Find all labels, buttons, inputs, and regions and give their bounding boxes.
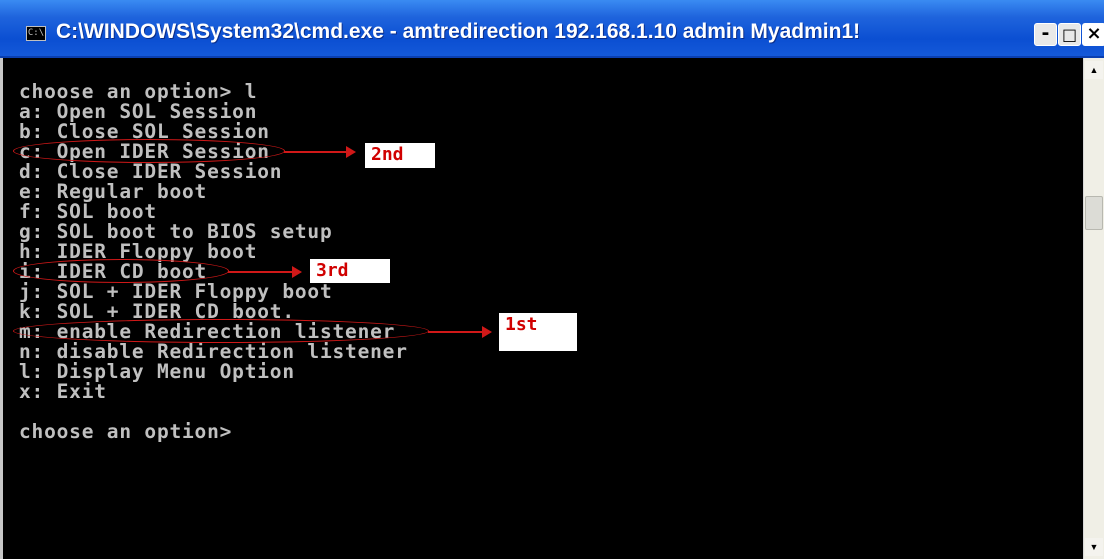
console-line: e: Regular boot xyxy=(19,180,208,203)
annotation-label-1st: 1st xyxy=(499,313,577,351)
annotation-arrow-1st xyxy=(428,326,492,338)
annotation-label-2nd: 2nd xyxy=(365,143,435,168)
annotation-label-3rd: 3rd xyxy=(310,259,390,283)
maximize-button[interactable]: □ xyxy=(1058,23,1081,46)
console-prompt[interactable]: choose an option> xyxy=(19,422,232,442)
annotation-ellipse-2nd xyxy=(13,139,285,163)
console-output[interactable]: choose an option> l a: Open SOL Session … xyxy=(0,58,1083,559)
console-line: x: Exit xyxy=(19,380,107,403)
annotation-ellipse-3rd xyxy=(13,259,229,283)
minimize-button[interactable]: - xyxy=(1034,23,1057,46)
annotation-arrow-2nd xyxy=(284,146,356,158)
console-line: g: SOL boot to BIOS setup xyxy=(19,220,333,243)
scroll-down-arrow-icon[interactable]: ▼ xyxy=(1085,538,1103,556)
console-line: a: Open SOL Session xyxy=(19,100,258,123)
cmd-app-icon[interactable]: C:\ xyxy=(26,26,46,41)
console-line: l: Display Menu Option xyxy=(19,360,295,383)
console-line: d: Close IDER Session xyxy=(19,160,283,183)
scroll-thumb[interactable] xyxy=(1085,196,1103,230)
annotation-ellipse-1st xyxy=(13,319,429,343)
scroll-up-arrow-icon[interactable]: ▲ xyxy=(1085,61,1103,79)
title-bar[interactable]: C:\ C:\WINDOWS\System32\cmd.exe - amtred… xyxy=(0,0,1104,58)
console-line: f: SOL boot xyxy=(19,200,157,223)
cmd-window: C:\ C:\WINDOWS\System32\cmd.exe - amtred… xyxy=(0,0,1104,559)
close-button[interactable]: × xyxy=(1082,23,1104,46)
console-line: j: SOL + IDER Floppy boot xyxy=(19,280,333,303)
window-title: C:\WINDOWS\System32\cmd.exe - amtredirec… xyxy=(56,20,861,43)
console-line: n: disable Redirection listener xyxy=(19,340,408,363)
console-line: choose an option> l xyxy=(19,80,258,103)
annotation-arrow-3rd xyxy=(228,266,302,278)
vertical-scrollbar[interactable]: ▲ ▼ xyxy=(1083,58,1104,559)
